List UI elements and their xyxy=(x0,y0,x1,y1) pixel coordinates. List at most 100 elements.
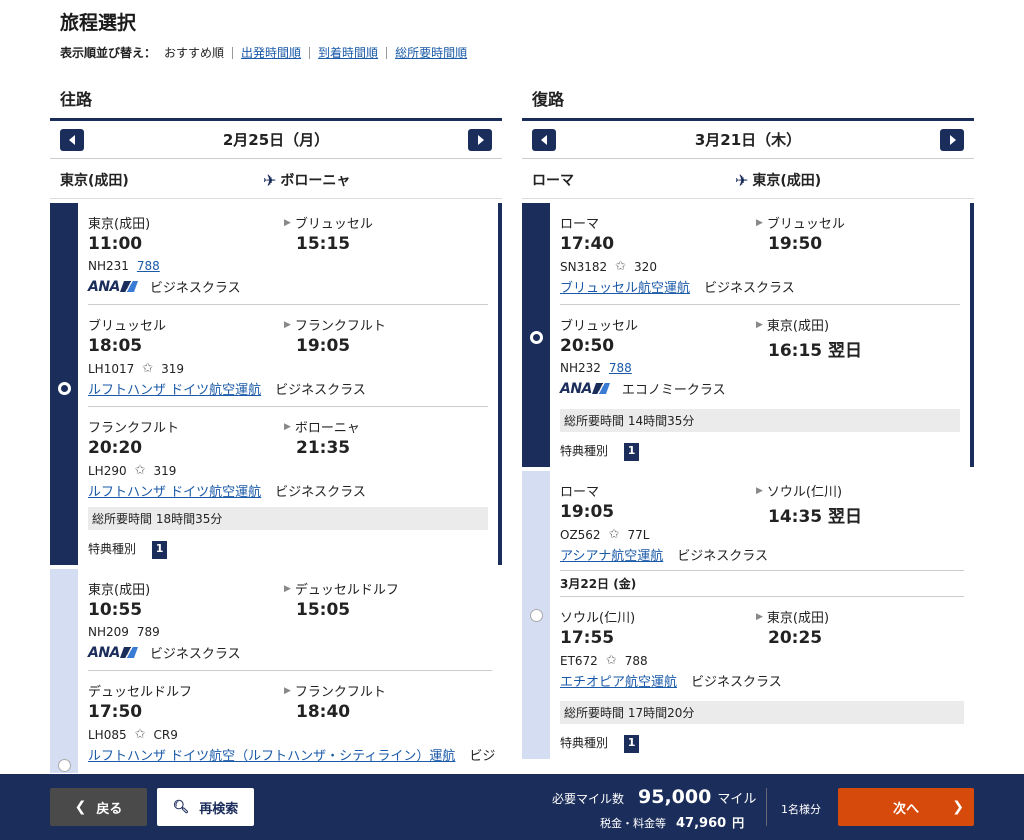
arr-city-wrap: ▶ ソウル(仁川) xyxy=(756,481,842,500)
operating-carrier-link[interactable]: ルフトハンザ ドイツ航空運航 xyxy=(88,379,261,398)
return-option-2[interactable]: ローマ 19:05 ▶ ソウル(仁川) 14:35 翌日 OZ562 ✩ 77L アシ… xyxy=(522,471,974,759)
dep-city: ローマ xyxy=(560,217,600,232)
sort-departure-link[interactable]: 出発時間順 xyxy=(232,46,309,59)
award-type-row: 特典種別 1 xyxy=(560,432,960,467)
arr-city-wrap: ▶ ブリュッセル xyxy=(284,213,373,232)
arr-city: ブリュッセル xyxy=(294,217,373,232)
aircraft: CR9 xyxy=(153,727,178,742)
research-button[interactable]: 🔍︎ 再検索 xyxy=(157,788,254,826)
carrier-info: ANA ビジネスクラス xyxy=(88,643,241,663)
radio-button-selected[interactable] xyxy=(530,331,543,344)
arr-city-wrap: ▶ ボローニャ xyxy=(284,417,360,436)
back-button[interactable]: ❮ 戻る xyxy=(50,788,147,826)
dep-time: 11:00 xyxy=(88,234,143,254)
carrier-info: ルフトハンザ ドイツ航空（ルフトハンザ・シティライン）運航 ビジ xyxy=(88,745,495,764)
award-type-badge: 1 xyxy=(624,442,640,461)
chevron-right-icon: ❯ xyxy=(952,799,964,815)
arr-time: 21:35 xyxy=(296,438,351,458)
flight-info: NH232 788 xyxy=(560,361,632,375)
dep-time: 17:40 xyxy=(560,234,615,254)
carrier-info: ブリュッセル航空運航 ビジネスクラス xyxy=(560,277,795,296)
flight-number: OZ562 xyxy=(560,527,601,542)
outbound-title: 往路 xyxy=(60,90,93,109)
miles-label: 必要マイル数 xyxy=(552,792,625,806)
flight-segment: 東京(成田) 10:55 ▶ デュッセルドルフ 15:05 NH209 789 AN… xyxy=(88,569,492,671)
arr-city-wrap: ▶ 東京(成田) xyxy=(756,607,829,626)
cabin-class: エコノミークラス xyxy=(621,383,726,398)
outbound-option-1[interactable]: 東京(成田) 11:00 ▶ ブリュッセル 15:15 NH231 788 ANA ビ… xyxy=(50,203,502,565)
operating-carrier-link[interactable]: アシアナ航空運航 xyxy=(560,545,663,564)
award-type-label: 特典種別 xyxy=(560,736,609,750)
dep-city: ソウル(仁川) xyxy=(560,611,636,626)
sort-arrival-link[interactable]: 到着時間順 xyxy=(309,46,386,59)
outbound-next-day-button[interactable] xyxy=(468,129,492,151)
flight-number: ET672 xyxy=(560,653,598,668)
return-option-1[interactable]: ローマ 17:40 ▶ ブリュッセル 19:50 SN3182 ✩ 320 ブリュッセ… xyxy=(522,203,974,467)
star-alliance-icon: ✩ xyxy=(142,361,154,376)
ana-logo: ANA xyxy=(88,278,138,295)
return-date: 3月21日（木） xyxy=(694,131,802,149)
sort-duration-link[interactable]: 総所要時間順 xyxy=(386,46,475,59)
flight-info: ET672 ✩ 788 xyxy=(560,653,648,668)
route-from: ローマ xyxy=(532,173,574,189)
flight-number: LH1017 xyxy=(88,361,135,376)
tax-label: 税金・料金等 xyxy=(600,817,666,830)
return-date-bar: 3月21日（木） xyxy=(522,118,974,159)
award-type-badge: 1 xyxy=(624,734,640,753)
carrier-info: アシアナ航空運航 ビジネスクラス xyxy=(560,545,768,564)
dep-time: 17:50 xyxy=(88,702,143,722)
arrow-right-icon: ▶ xyxy=(284,421,291,432)
outbound-column: 往路 2月25日（月） 東京(成田) ✈ ボローニャ 東京(成田) 11:00 … xyxy=(50,88,502,778)
next-day-date: 3月22日 (金) xyxy=(560,571,964,597)
carrier-info: ルフトハンザ ドイツ航空運航 ビジネスクラス xyxy=(88,481,366,500)
radio-button[interactable] xyxy=(58,759,71,772)
return-route: ローマ ✈ 東京(成田) xyxy=(522,159,974,199)
arr-time: 19:05 xyxy=(296,336,351,356)
miles-unit: マイル xyxy=(717,792,757,807)
flight-segment: ブリュッセル 18:05 ▶ フランクフルト 19:05 LH1017 ✩ 319 ル… xyxy=(88,305,488,407)
outbound-route: 東京(成田) ✈ ボローニャ xyxy=(50,159,502,199)
flight-info: OZ562 ✩ 77L xyxy=(560,527,649,542)
outbound-prev-day-button[interactable] xyxy=(60,129,84,151)
dep-time: 17:55 xyxy=(560,628,615,648)
dep-time: 20:50 xyxy=(560,336,615,356)
aircraft: 319 xyxy=(153,463,177,478)
arrow-right-icon: ▶ xyxy=(284,685,291,696)
arr-time: 14:35 翌日 xyxy=(768,507,863,527)
cabin-class: ビジネスクラス xyxy=(149,647,241,662)
plane-icon: ✈ xyxy=(735,170,749,190)
dep-city: ローマ xyxy=(560,485,600,500)
arrow-right-icon: ▶ xyxy=(756,319,763,330)
operating-carrier-link[interactable]: ルフトハンザ ドイツ航空運航 xyxy=(88,481,261,500)
award-type-row: 特典種別 1 xyxy=(88,530,488,565)
next-label: 次へ xyxy=(892,801,919,817)
ana-logo: ANA xyxy=(560,381,610,397)
arr-city: フランクフルト xyxy=(294,685,386,700)
arr-time: 19:50 xyxy=(768,234,823,254)
outbound-option-2[interactable]: 東京(成田) 10:55 ▶ デュッセルドルフ 15:05 NH209 789 AN… xyxy=(50,569,502,773)
ana-logo-text: ANA xyxy=(88,278,120,295)
flight-number: NH232 xyxy=(560,361,601,375)
return-prev-day-button[interactable] xyxy=(532,129,556,151)
aircraft-link[interactable]: 788 xyxy=(137,259,160,273)
next-button[interactable]: 次へ ❯ xyxy=(838,788,974,826)
tax-unit: 円 xyxy=(732,816,745,830)
operating-carrier-link[interactable]: ルフトハンザ ドイツ航空（ルフトハンザ・シティライン）運航 xyxy=(88,745,455,764)
radio-button[interactable] xyxy=(530,609,543,622)
flight-info: LH085 ✩ CR9 xyxy=(88,727,178,742)
flight-segment: ソウル(仁川) 17:55 ▶ 東京(成田) 20:25 ET672 ✩ 788 エチ… xyxy=(560,597,964,699)
sort-bar: 表示順並び替え： おすすめ順 出発時間順 到着時間順 総所要時間順 xyxy=(60,44,475,61)
radio-button-selected[interactable] xyxy=(58,382,71,395)
award-type-badge: 1 xyxy=(152,540,168,559)
operating-carrier-link[interactable]: エチオピア航空運航 xyxy=(560,671,677,690)
flight-info: NH209 789 xyxy=(88,625,160,639)
aircraft-link[interactable]: 788 xyxy=(609,361,632,375)
arr-time: 16:15 翌日 xyxy=(768,341,863,361)
dep-time: 10:55 xyxy=(88,600,143,620)
arr-city-wrap: ▶ ブリュッセル xyxy=(756,213,845,232)
operating-carrier-link[interactable]: ブリュッセル航空運航 xyxy=(560,277,690,296)
flight-segment: ローマ 17:40 ▶ ブリュッセル 19:50 SN3182 ✩ 320 ブリュッセ… xyxy=(560,203,960,305)
footer-bar: ❮ 戻る 🔍︎ 再検索 必要マイル数 95,000 マイル 税金・料金等 47,… xyxy=(0,774,1024,840)
return-next-day-button[interactable] xyxy=(940,129,964,151)
route-to-wrap: ✈ ボローニャ xyxy=(263,170,350,190)
